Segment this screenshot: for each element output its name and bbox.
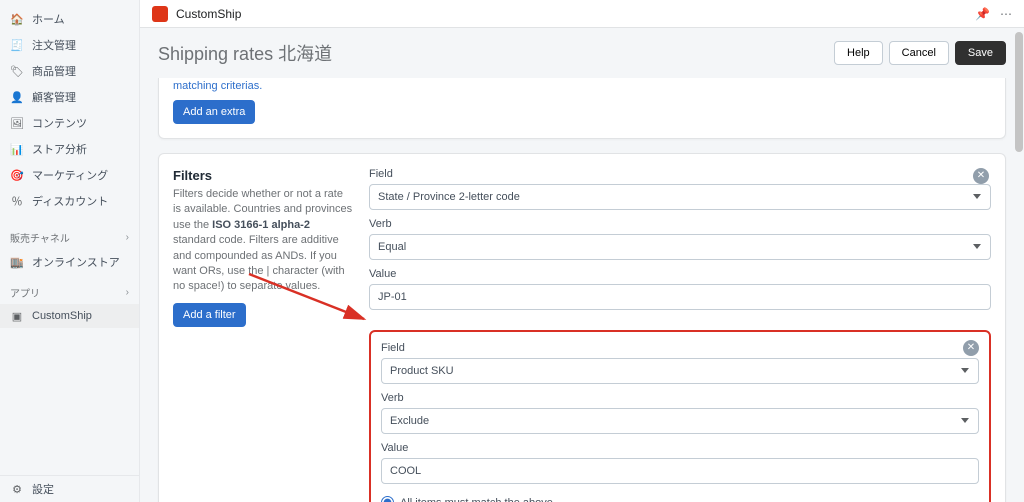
- content-icon: 🖼: [10, 116, 24, 130]
- orders-icon: 🧾: [10, 38, 24, 52]
- nav-label: コンテンツ: [32, 115, 87, 131]
- header-actions: Help Cancel Save: [834, 41, 1006, 65]
- help-button[interactable]: Help: [834, 41, 883, 65]
- store-icon: 🏬: [10, 255, 24, 269]
- filter1-field-select-wrap: State / Province 2-letter code: [369, 184, 991, 218]
- filter2-field-label: Field: [381, 342, 979, 354]
- extras-hint-link[interactable]: matching criterias.: [173, 80, 262, 92]
- nav-label: ストア分析: [32, 141, 87, 157]
- scrollbar-thumb[interactable]: [1015, 32, 1023, 152]
- customers-icon: 👤: [10, 90, 24, 104]
- app-icon: ▣: [10, 309, 24, 323]
- nav-analytics[interactable]: 📊 ストア分析: [0, 136, 139, 162]
- nav-customers[interactable]: 👤 顧客管理: [0, 84, 139, 110]
- more-icon[interactable]: ⋯: [1000, 7, 1012, 21]
- app-name: CustomShip: [176, 7, 241, 21]
- filter1-verb-select[interactable]: Equal: [369, 234, 991, 260]
- filter2-radio-all[interactable]: All items must match the above: [381, 496, 979, 502]
- filter-block-2: ✕ Field Product SKU Verb Exclude Value: [369, 330, 991, 502]
- filter2-radio-all-input[interactable]: [381, 496, 394, 502]
- filter2-value-input[interactable]: [381, 458, 979, 484]
- nav-marketing[interactable]: 🎯 マーケティング: [0, 162, 139, 188]
- extras-left: matching criterias. Add an extra: [173, 78, 353, 124]
- nav-label: CustomShip: [32, 310, 92, 322]
- chevron-right-icon[interactable]: ›: [126, 287, 129, 298]
- nav-label: 商品管理: [32, 63, 76, 79]
- remove-filter-1-button[interactable]: ✕: [973, 168, 989, 184]
- filter2-verb-select-wrap: Exclude: [381, 408, 979, 442]
- nav-label: 設定: [32, 481, 54, 497]
- filters-desc-bold: ISO 3166-1 alpha-2: [212, 219, 310, 231]
- marketing-icon: 🎯: [10, 168, 24, 182]
- filter2-field-select[interactable]: Product SKU: [381, 358, 979, 384]
- analytics-icon: 📊: [10, 142, 24, 156]
- nav-label: 顧客管理: [32, 89, 76, 105]
- gear-icon: ⚙: [10, 482, 24, 496]
- section-apps-title: アプリ ›: [0, 275, 139, 304]
- app-logo-icon: [152, 6, 168, 22]
- add-extra-button[interactable]: Add an extra: [173, 100, 255, 124]
- filters-card: Filters Filters decide whether or not a …: [158, 153, 1006, 502]
- section-channels-title: 販売チャネル ›: [0, 220, 139, 249]
- discounts-icon: ％: [10, 194, 24, 208]
- section-label: 販売チャネル: [10, 230, 70, 245]
- scrollbar[interactable]: [1014, 28, 1024, 502]
- nav-label: ホーム: [32, 11, 65, 27]
- section-label: アプリ: [10, 285, 40, 300]
- nav-orders[interactable]: 🧾 注文管理: [0, 32, 139, 58]
- extras-card: matching criterias. Add an extra: [158, 78, 1006, 139]
- filter-block-1: ✕ Field State / Province 2-letter code V…: [369, 168, 991, 318]
- chevron-right-icon[interactable]: ›: [126, 232, 129, 243]
- topbar-right: 📌 ⋯: [975, 7, 1012, 21]
- filter1-field-label: Field: [369, 168, 991, 180]
- content: matching criterias. Add an extra Filters…: [140, 78, 1024, 502]
- filters-desc-post: standard code. Filters are additive and …: [173, 234, 345, 292]
- filter2-verb-label: Verb: [381, 392, 979, 404]
- nav-products[interactable]: 🏷 商品管理: [0, 58, 139, 84]
- page-header: Shipping rates 北海道 Help Cancel Save: [140, 28, 1024, 78]
- sidebar-footer: ⚙ 設定: [0, 475, 139, 502]
- nav-settings[interactable]: ⚙ 設定: [0, 476, 139, 502]
- add-filter-button[interactable]: Add a filter: [173, 303, 246, 327]
- topbar: CustomShip 📌 ⋯: [140, 0, 1024, 28]
- nav-main: 🏠 ホーム 🧾 注文管理 🏷 商品管理 👤 顧客管理 🖼 コンテンツ 📊 ストア分析 🎯 マー…: [0, 0, 139, 220]
- filter1-field-select[interactable]: State / Province 2-letter code: [369, 184, 991, 210]
- save-button[interactable]: Save: [955, 41, 1006, 65]
- filter2-verb-select[interactable]: Exclude: [381, 408, 979, 434]
- home-icon: 🏠: [10, 12, 24, 26]
- filters-desc: Filters decide whether or not a rate is …: [173, 187, 353, 295]
- nav-online-store[interactable]: 🏬 オンラインストア: [0, 249, 139, 275]
- nav-home[interactable]: 🏠 ホーム: [0, 6, 139, 32]
- nav-label: オンラインストア: [32, 254, 120, 270]
- filter2-value-label: Value: [381, 442, 979, 454]
- products-icon: 🏷: [10, 64, 24, 78]
- filter2-field-select-wrap: Product SKU: [381, 358, 979, 392]
- filter2-radio-all-label: All items must match the above: [400, 497, 553, 502]
- extras-right: [369, 78, 991, 124]
- nav-label: マーケティング: [32, 167, 108, 183]
- nav-app-customship[interactable]: ▣ CustomShip: [0, 304, 139, 328]
- sidebar: 🏠 ホーム 🧾 注文管理 🏷 商品管理 👤 顧客管理 🖼 コンテンツ 📊 ストア分析 🎯 マー…: [0, 0, 140, 502]
- filter1-verb-select-wrap: Equal: [369, 234, 991, 268]
- filter1-value-label: Value: [369, 268, 991, 280]
- remove-filter-2-button[interactable]: ✕: [963, 340, 979, 356]
- cancel-button[interactable]: Cancel: [889, 41, 949, 65]
- filter1-verb-label: Verb: [369, 218, 991, 230]
- main: CustomShip 📌 ⋯ Shipping rates 北海道 Help C…: [140, 0, 1024, 502]
- filters-left: Filters Filters decide whether or not a …: [173, 168, 353, 502]
- filter1-value-input[interactable]: [369, 284, 991, 310]
- nav-label: ディスカウント: [32, 193, 108, 209]
- nav-content[interactable]: 🖼 コンテンツ: [0, 110, 139, 136]
- nav-label: 注文管理: [32, 37, 76, 53]
- filters-right: ✕ Field State / Province 2-letter code V…: [369, 168, 991, 502]
- filters-title: Filters: [173, 168, 353, 183]
- page-title: Shipping rates 北海道: [158, 40, 332, 66]
- nav-discounts[interactable]: ％ ディスカウント: [0, 188, 139, 214]
- pin-icon[interactable]: 📌: [975, 7, 990, 21]
